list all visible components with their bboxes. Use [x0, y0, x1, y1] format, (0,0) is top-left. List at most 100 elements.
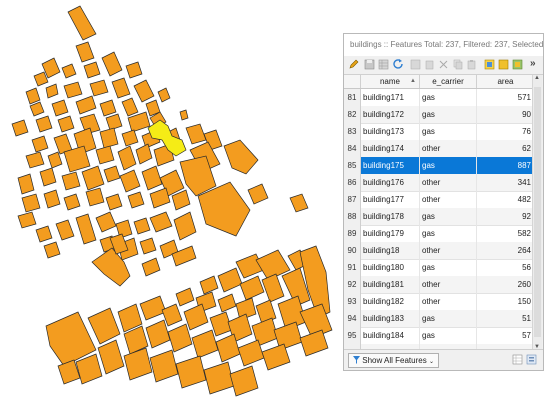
- column-header-e-carrier[interactable]: e_carrier: [420, 75, 477, 88]
- e-carrier-cell[interactable]: gas: [420, 225, 477, 243]
- e-carrier-cell[interactable]: other: [420, 174, 477, 192]
- map-canvas[interactable]: [0, 0, 340, 414]
- more-icon[interactable]: »: [530, 58, 541, 69]
- row-id-cell[interactable]: 87: [344, 191, 361, 209]
- area-cell[interactable]: 62: [477, 140, 534, 158]
- cut-icon[interactable]: [438, 59, 449, 70]
- select-icon[interactable]: [484, 59, 495, 70]
- name-cell[interactable]: building178: [361, 208, 420, 226]
- area-cell[interactable]: 571: [477, 89, 534, 107]
- show-all-features-button[interactable]: Show All Features ⌄: [348, 353, 439, 368]
- e-carrier-cell[interactable]: gas: [420, 157, 477, 175]
- add-icon[interactable]: [410, 59, 421, 70]
- area-cell[interactable]: 150: [477, 293, 534, 311]
- paste-icon[interactable]: [466, 59, 477, 70]
- column-header-area[interactable]: area: [477, 75, 534, 88]
- name-cell[interactable]: building173: [361, 123, 420, 141]
- row-id-cell[interactable]: 86: [344, 174, 361, 192]
- table-view-icon[interactable]: [512, 354, 523, 365]
- area-cell[interactable]: 92: [477, 208, 534, 226]
- area-cell[interactable]: 264: [477, 242, 534, 260]
- e-carrier-cell[interactable]: other: [420, 293, 477, 311]
- e-carrier-cell[interactable]: other: [420, 242, 477, 260]
- e-carrier-cell[interactable]: gas: [420, 310, 477, 328]
- table-row[interactable]: 87 building177 other 482: [344, 191, 534, 209]
- name-cell[interactable]: building183: [361, 310, 420, 328]
- name-cell[interactable]: building175: [361, 157, 420, 175]
- name-cell[interactable]: building176: [361, 174, 420, 192]
- area-cell[interactable]: 90: [477, 106, 534, 124]
- e-carrier-cell[interactable]: gas: [420, 259, 477, 277]
- e-carrier-cell[interactable]: other: [420, 140, 477, 158]
- row-id-cell[interactable]: 95: [344, 327, 361, 345]
- name-cell[interactable]: building181: [361, 276, 420, 294]
- table-row[interactable]: 90 building18 other 264: [344, 242, 534, 260]
- table-row[interactable]: 89 building179 gas 582: [344, 225, 534, 243]
- e-carrier-cell[interactable]: gas: [420, 208, 477, 226]
- table-row[interactable]: 82 building172 gas 90: [344, 106, 534, 124]
- table-row[interactable]: 83 building173 gas 76: [344, 123, 534, 141]
- row-id-cell[interactable]: 88: [344, 208, 361, 226]
- name-cell[interactable]: building177: [361, 191, 420, 209]
- e-carrier-cell[interactable]: gas: [420, 89, 477, 107]
- area-cell[interactable]: 76: [477, 123, 534, 141]
- form-view-icon[interactable]: [526, 354, 537, 365]
- area-cell[interactable]: 582: [477, 225, 534, 243]
- attribute-grid[interactable]: name ▲ e_carrier area 81 building171 gas 57…: [344, 75, 534, 350]
- filter-icon[interactable]: [498, 59, 509, 70]
- row-id-cell[interactable]: 81: [344, 89, 361, 107]
- column-header-name[interactable]: name ▲: [361, 75, 420, 88]
- zoom-icon[interactable]: [512, 59, 523, 70]
- area-cell[interactable]: 51: [477, 310, 534, 328]
- save-icon[interactable]: [364, 59, 375, 70]
- area-cell[interactable]: 57: [477, 327, 534, 345]
- e-carrier-cell[interactable]: other: [420, 276, 477, 294]
- name-cell[interactable]: building18: [361, 242, 420, 260]
- delete-icon[interactable]: [424, 59, 435, 70]
- table-row[interactable]: 84 building174 other 62: [344, 140, 534, 158]
- row-id-cell[interactable]: 85: [344, 157, 361, 175]
- row-id-cell[interactable]: 91: [344, 259, 361, 277]
- e-carrier-cell[interactable]: other: [420, 191, 477, 209]
- area-cell[interactable]: 260: [477, 276, 534, 294]
- e-carrier-cell[interactable]: gas: [420, 106, 477, 124]
- area-cell[interactable]: 482: [477, 191, 534, 209]
- name-cell[interactable]: building184: [361, 327, 420, 345]
- row-id-cell[interactable]: 83: [344, 123, 361, 141]
- name-cell[interactable]: building182: [361, 293, 420, 311]
- vertical-scrollbar[interactable]: ▲ ▼: [532, 75, 542, 350]
- row-id-cell[interactable]: 94: [344, 310, 361, 328]
- e-carrier-cell[interactable]: gas: [420, 123, 477, 141]
- reload-icon[interactable]: [393, 59, 404, 70]
- table-row[interactable]: 81 building171 gas 571: [344, 89, 534, 107]
- scroll-up-icon[interactable]: ▲: [534, 75, 540, 81]
- row-id-cell[interactable]: 93: [344, 293, 361, 311]
- name-cell[interactable]: building179: [361, 225, 420, 243]
- name-cell[interactable]: building174: [361, 140, 420, 158]
- name-cell[interactable]: building180: [361, 259, 420, 277]
- table-row[interactable]: 86 building176 other 341: [344, 174, 534, 192]
- area-cell[interactable]: 887: [477, 157, 534, 175]
- table-row[interactable]: 95 building184 gas 57: [344, 327, 534, 345]
- table-row[interactable]: 91 building180 gas 56: [344, 259, 534, 277]
- pencil-icon[interactable]: [348, 59, 359, 70]
- table-row[interactable]: 93 building182 other 150: [344, 293, 534, 311]
- e-carrier-cell[interactable]: gas: [420, 327, 477, 345]
- name-cell[interactable]: building172: [361, 106, 420, 124]
- row-id-cell[interactable]: 82: [344, 106, 361, 124]
- row-id-cell[interactable]: 90: [344, 242, 361, 260]
- corner-header[interactable]: [344, 75, 361, 88]
- copy-icon[interactable]: [452, 59, 463, 70]
- table-row[interactable]: 92 building181 other 260: [344, 276, 534, 294]
- table-row[interactable]: 88 building178 gas 92: [344, 208, 534, 226]
- row-id-cell[interactable]: 89: [344, 225, 361, 243]
- table-row-selected[interactable]: 85 building175 gas 887: [344, 157, 534, 175]
- area-cell[interactable]: 56: [477, 259, 534, 277]
- table-row[interactable]: 94 building183 gas 51: [344, 310, 534, 328]
- attribute-table-window[interactable]: buildings :: Features Total: 237, Filter…: [343, 33, 544, 371]
- area-cell[interactable]: 341: [477, 174, 534, 192]
- scrollbar-thumb[interactable]: [534, 87, 541, 337]
- row-id-cell[interactable]: 92: [344, 276, 361, 294]
- row-id-cell[interactable]: 84: [344, 140, 361, 158]
- grid-icon[interactable]: [378, 59, 389, 70]
